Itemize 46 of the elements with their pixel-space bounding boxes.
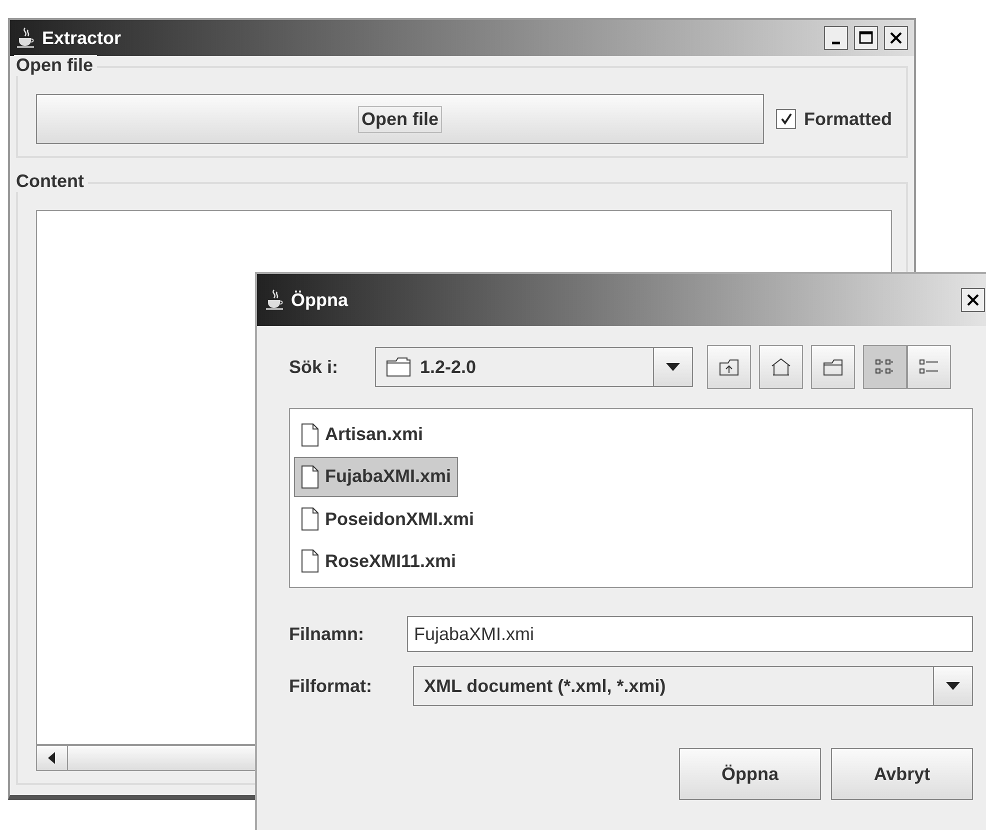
dropdown-value: XML document (*.xml, *.xmi) [424,676,666,696]
file-item[interactable]: Artisan.xmi [294,415,430,454]
details-view-button[interactable] [907,345,951,389]
coffee-cup-icon [16,27,36,49]
open-button[interactable]: Öppna [679,748,821,800]
file-item[interactable]: FujabaXMI.xmi [294,457,458,496]
coffee-cup-icon [265,289,285,311]
group-title: Open file [14,55,98,76]
maximize-icon [857,29,875,47]
close-button[interactable] [884,26,908,50]
document-icon [301,422,319,447]
folder-dropdown[interactable]: 1.2-2.0 [375,347,693,387]
close-button[interactable] [961,288,985,312]
file-item[interactable]: RoseXMI11.xmi [294,542,464,581]
dialog-title: Öppna [291,290,350,310]
folder-icon [822,357,844,377]
window-title: Extractor [42,28,122,48]
list-view-button[interactable] [863,345,907,389]
minimize-icon [831,41,841,45]
dropdown-arrow-icon [666,363,680,371]
open-file-button[interactable]: Open file [36,94,764,144]
up-folder-button[interactable] [707,345,751,389]
check-icon [780,113,792,125]
left-arrow-icon [48,752,56,764]
field-label: Filformat: [289,676,373,696]
dropdown-value: 1.2-2.0 [420,356,476,378]
folder-up-icon [718,357,740,377]
group-title: Content [14,171,88,192]
file-item[interactable]: PoseidonXMI.xmi [294,500,482,539]
field-label: Filnamn: [289,624,365,644]
document-icon [301,464,319,489]
checkbox-label: Formatted [804,108,892,130]
file-name-field[interactable]: FujabaXMI.xmi [407,616,973,652]
minimize-button[interactable] [824,26,848,50]
dropdown-arrow-icon [946,682,960,690]
house-icon [770,357,792,377]
field-label: Sök i: [289,356,340,378]
file-format-dropdown[interactable]: XML document (*.xml, *.xmi) [413,666,973,706]
document-icon [301,507,319,532]
home-button[interactable] [759,345,803,389]
cancel-button[interactable]: Avbryt [831,748,973,800]
checkbox[interactable] [776,109,796,129]
folder-icon [386,356,412,378]
document-icon [301,549,319,574]
new-folder-button[interactable] [811,345,855,389]
maximize-button[interactable] [854,26,878,50]
